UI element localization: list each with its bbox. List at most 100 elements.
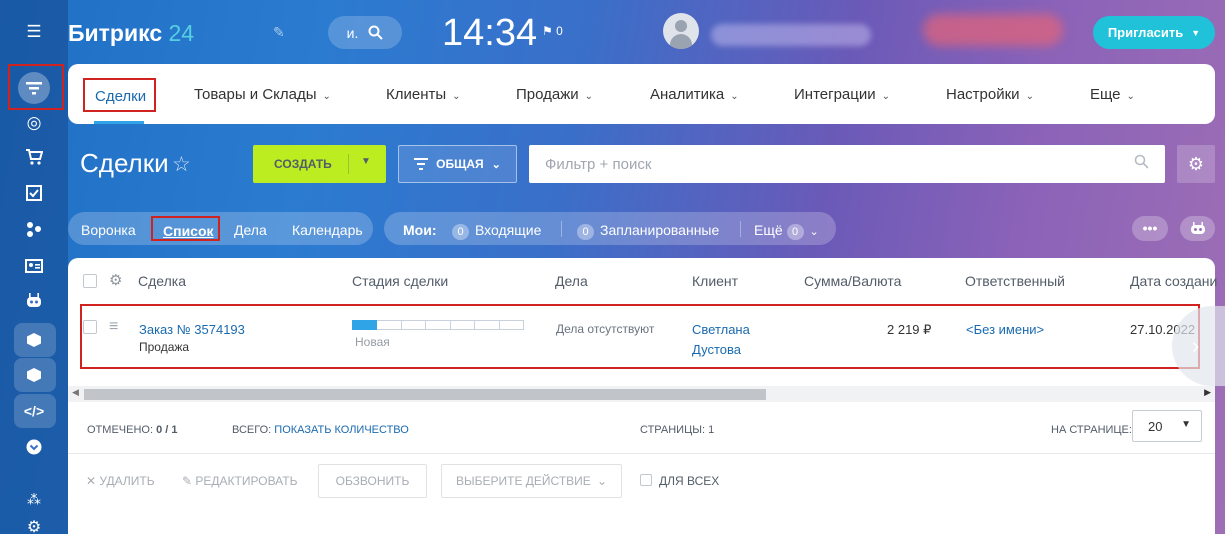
tab-integrations[interactable]: Интеграции ⌄	[794, 86, 890, 103]
row-menu-icon[interactable]: ≡	[109, 318, 118, 336]
column-header-stage[interactable]: Стадия сделки	[352, 273, 448, 289]
filter-icon	[414, 158, 429, 170]
choose-action-label: ВЫБЕРИТЕ ДЕЙСТВИЕ	[456, 474, 591, 488]
deal-title-link[interactable]: Заказ № 3574193	[139, 322, 245, 337]
view-switcher: Воронка Список Дела Календарь	[68, 212, 373, 245]
blurred-username	[711, 24, 871, 46]
checkbox-task-icon[interactable]	[19, 178, 49, 208]
client-link-first-name[interactable]: Светлана	[692, 322, 750, 337]
edit-action[interactable]: ✎ РЕДАКТИРОВАТЬ	[182, 474, 297, 488]
target-icon[interactable]: ◎	[19, 108, 49, 138]
select-all-checkbox[interactable]	[83, 274, 97, 288]
package-icon[interactable]	[19, 360, 49, 390]
column-header-activities[interactable]: Дела	[555, 273, 588, 289]
choose-action-select[interactable]: ВЫБЕРИТЕ ДЕЙСТВИЕ ⌄	[441, 464, 622, 498]
star-icon[interactable]: ☆	[172, 152, 191, 177]
total-label: ВСЕГО:	[232, 424, 272, 436]
chevron-down-icon: ⌄	[1126, 91, 1135, 102]
more-label: Ещё	[754, 222, 783, 238]
logo[interactable]: Битрикс 24	[68, 20, 194, 47]
view-activities[interactable]: Дела	[234, 222, 267, 238]
activities-status: Дела отсутствуют	[556, 322, 655, 336]
tab-more[interactable]: Еще ⌄	[1090, 86, 1135, 103]
code-icon[interactable]: </>	[19, 396, 49, 426]
responsible-link[interactable]: <Без имени>	[966, 322, 1044, 337]
cart-icon[interactable]	[19, 142, 49, 172]
more-dots-icon[interactable]: •••	[1132, 216, 1168, 241]
search-icon[interactable]	[1134, 154, 1149, 174]
invite-button[interactable]: Пригласить ▼	[1093, 16, 1215, 49]
view-funnel[interactable]: Воронка	[81, 222, 136, 238]
deal-type: Продажа	[139, 340, 190, 354]
gear-icon[interactable]: ⚙	[109, 271, 122, 289]
counters-bar: Мои: 0 Входящие 0 Запланированные Ещё 0 ⌄	[384, 212, 836, 245]
stage-progress[interactable]	[352, 320, 524, 330]
delete-action[interactable]: ✕ УДАЛИТЬ	[86, 474, 155, 488]
counter-incoming[interactable]: 0 Входящие	[452, 222, 541, 240]
show-count-link[interactable]: ПОКАЗАТЬ КОЛИЧЕСТВО	[274, 424, 409, 436]
scroll-left-icon[interactable]: ◀	[72, 387, 79, 398]
tab-deals[interactable]: Сделки	[83, 78, 156, 112]
tab-sales[interactable]: Продажи ⌄	[516, 86, 593, 103]
box-icon[interactable]	[19, 325, 49, 355]
more-badge: 0	[786, 224, 804, 240]
chevron-down-icon: ▼	[1191, 27, 1201, 38]
call-label: ОБЗВОНИТЬ	[335, 474, 410, 488]
for-all-checkbox[interactable]	[640, 474, 652, 486]
row-checkbox[interactable]	[83, 320, 97, 334]
gear-icon[interactable]: ⚙	[1177, 145, 1215, 183]
scroll-thumb[interactable]	[84, 389, 766, 400]
deals-grid: ⚙ Сделка Стадия сделки Дела Клиент Сумма…	[68, 258, 1225, 534]
expand-more-icon[interactable]	[19, 432, 49, 462]
checked-label: ОТМЕЧЕНО:	[87, 424, 153, 436]
hamburger-menu-icon[interactable]: ☰	[19, 17, 49, 47]
edit-label: РЕДАКТИРОВАТЬ	[195, 474, 298, 488]
view-list[interactable]: Список	[151, 216, 220, 241]
tab-clients[interactable]: Клиенты ⌄	[386, 86, 461, 103]
column-header-deal[interactable]: Сделка	[138, 273, 186, 289]
header-search[interactable]: и.	[328, 16, 402, 49]
invite-label: Пригласить	[1107, 25, 1184, 40]
robot-icon[interactable]	[1180, 216, 1215, 241]
chevron-down-icon: ⌄	[730, 91, 739, 102]
structure-icon[interactable]: ⁂	[19, 484, 49, 514]
filter-placeholder: Фильтр + поиск	[545, 156, 652, 173]
crm-filter-icon[interactable]	[18, 72, 50, 104]
scroll-right-icon[interactable]: ▶	[1204, 387, 1211, 398]
counter-more[interactable]: Ещё 0 ⌄	[754, 222, 819, 240]
per-page-select[interactable]: 20 ▼	[1132, 410, 1202, 442]
clock[interactable]: 14:34	[442, 12, 537, 55]
tab-settings[interactable]: Настройки ⌄	[946, 86, 1034, 103]
divider	[68, 453, 1215, 454]
column-header-amount[interactable]: Сумма/Валюта	[804, 273, 901, 289]
pencil-icon: ✎	[182, 474, 193, 488]
tab-analytics[interactable]: Аналитика ⌄	[650, 86, 739, 103]
flag-counter[interactable]: ⚑ 0	[542, 24, 563, 38]
create-separator	[348, 154, 349, 174]
robot-icon[interactable]	[19, 286, 49, 316]
filter-preset-button[interactable]: ОБЩАЯ ⌄	[398, 145, 517, 183]
counter-planned[interactable]: 0 Запланированные	[577, 222, 719, 240]
client-link-last-name[interactable]: Дустова	[692, 342, 741, 357]
column-header-client[interactable]: Клиент	[692, 273, 738, 289]
view-calendar[interactable]: Календарь	[292, 222, 363, 238]
sites-icon[interactable]	[19, 214, 49, 244]
incoming-badge: 0	[452, 224, 469, 240]
counter-divider	[740, 221, 741, 237]
planned-label: Запланированные	[600, 222, 720, 238]
call-button[interactable]: ОБЗВОНИТЬ	[318, 464, 427, 498]
column-header-created[interactable]: Дата создани	[1130, 273, 1217, 289]
chevron-down-icon: ⌄	[584, 91, 594, 102]
pencil-icon[interactable]: ✎	[273, 24, 285, 41]
settings-icon[interactable]: ⚙	[19, 512, 49, 534]
pages-counter: СТРАНИЦЫ: 1	[640, 424, 714, 436]
tab-goods-warehouses[interactable]: Товары и Склады ⌄	[194, 86, 331, 103]
contact-card-icon[interactable]	[19, 251, 49, 281]
avatar[interactable]	[663, 13, 699, 49]
create-button[interactable]: СОЗДАТЬ ▼	[253, 145, 386, 183]
horizontal-scrollbar[interactable]: ◀ ▶	[68, 386, 1215, 402]
column-header-responsible[interactable]: Ответственный	[965, 273, 1065, 289]
chevron-down-icon[interactable]: ▼	[361, 156, 371, 167]
filter-search-input[interactable]: Фильтр + поиск	[529, 145, 1165, 183]
left-rail: ☰ ◎ </> ⁂ ⚙	[0, 0, 68, 534]
